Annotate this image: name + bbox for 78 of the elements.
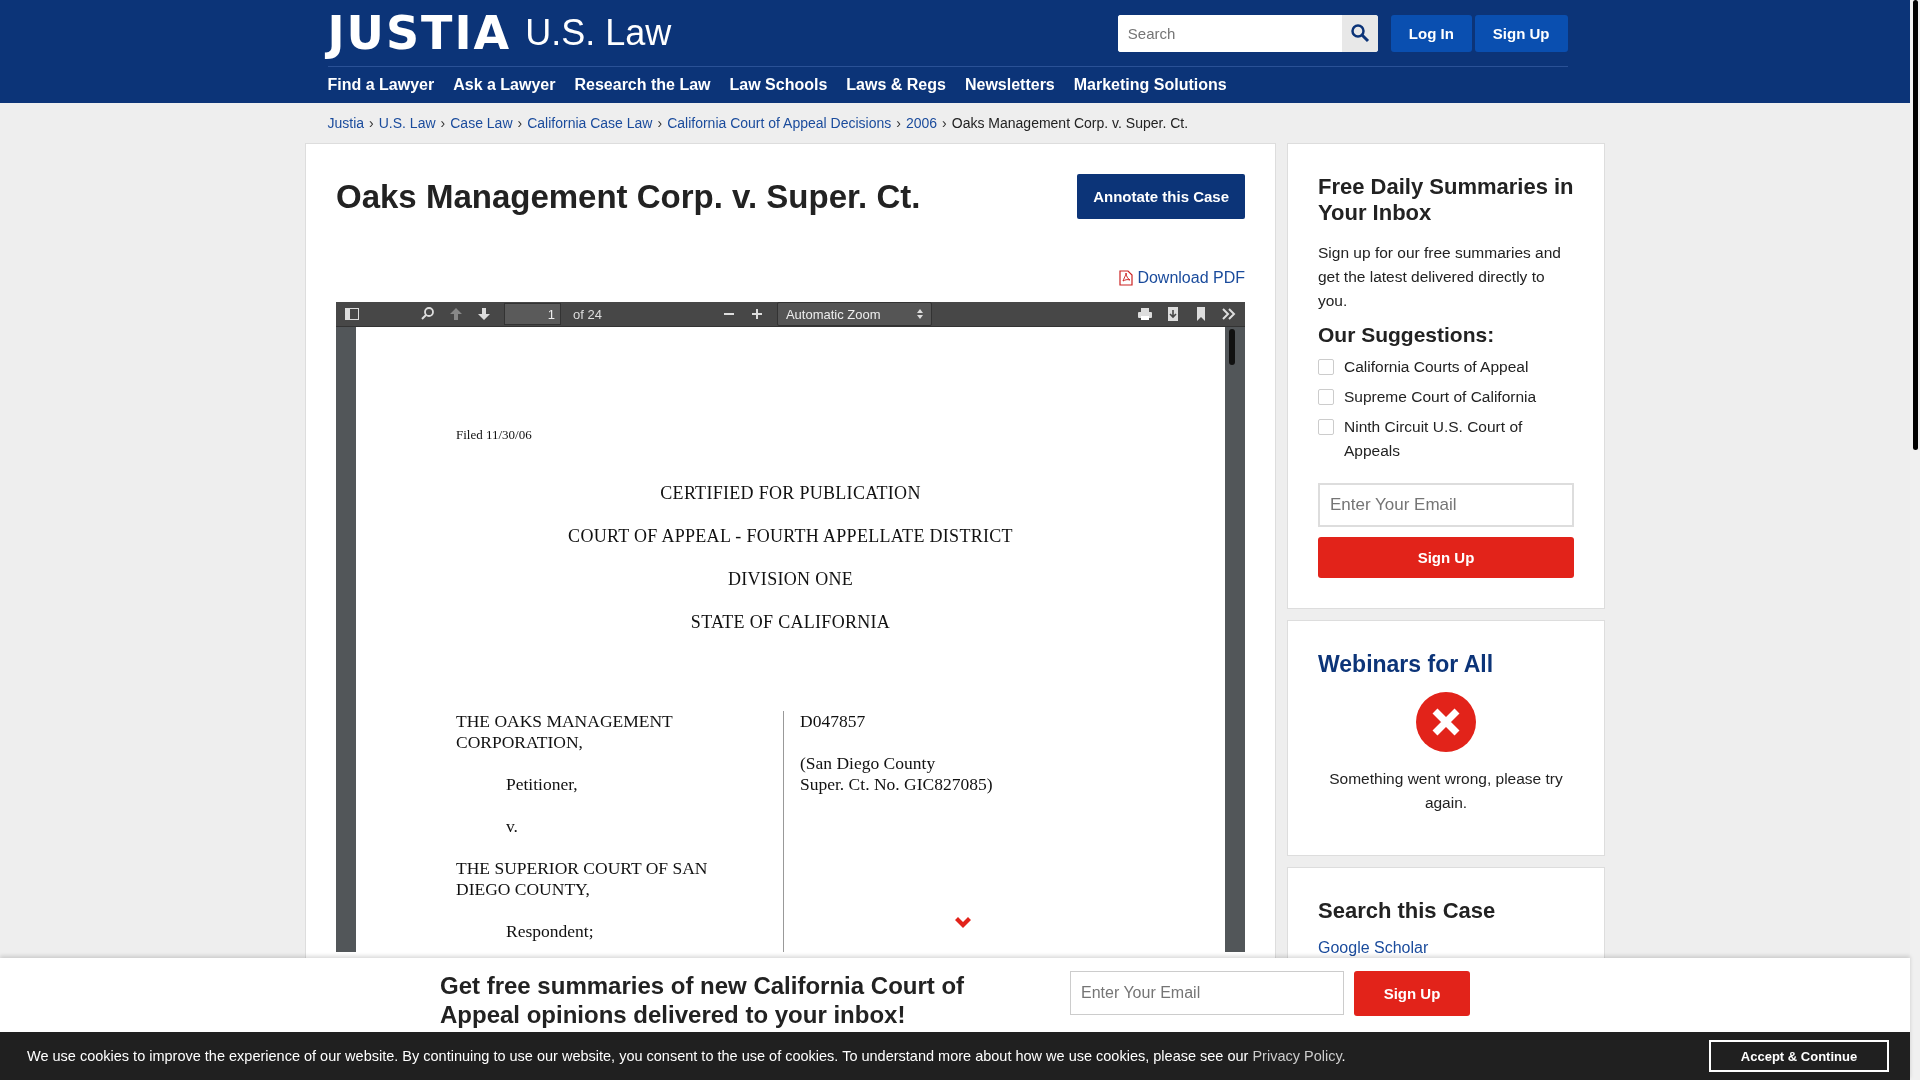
breadcrumb-link[interactable]: California Court of Appeal Decisions bbox=[667, 115, 892, 131]
sidebar-toggle-icon[interactable] bbox=[344, 306, 360, 322]
cookie-notice: We use cookies to improve the experience of our website. By continuing to use our website, you consent to the use of cookies. To understand more about how we use cookies, please see our Privacy Policy. bbox=[27, 1048, 1346, 1064]
logo[interactable]: JUSTIA bbox=[327, 6, 512, 60]
breadcrumb-current: Oaks Management Corp. v. Super. Ct. bbox=[951, 115, 1189, 131]
party-name: THE SUPERIOR COURT OF SAN DIEGO COUNTY, bbox=[456, 858, 709, 900]
arrow-down-icon[interactable] bbox=[476, 306, 492, 322]
suggestions-title: Our Suggestions: bbox=[1318, 323, 1496, 347]
breadcrumb-separator: › bbox=[440, 115, 446, 131]
party-name: THE OAKS MANAGEMENT CORPORATION, bbox=[456, 711, 674, 753]
breadcrumb-separator: › bbox=[896, 115, 901, 131]
breadcrumb-separator: › bbox=[369, 115, 374, 131]
filed-date: Filed 11/30/06 bbox=[456, 427, 533, 443]
checkbox-label[interactable]: Ninth Circuit U.S. Court of Appeals bbox=[1344, 415, 1574, 463]
checkbox-label[interactable]: Supreme Court of California bbox=[1344, 385, 1537, 409]
nav-link[interactable]: Marketing Solutions bbox=[1073, 76, 1227, 94]
annotate-button[interactable]: Annotate this Case bbox=[1077, 174, 1245, 219]
breadcrumb-link[interactable]: 2006 bbox=[905, 115, 938, 131]
arrow-up-icon[interactable] bbox=[448, 306, 464, 322]
sign-up-button[interactable]: Sign Up bbox=[1354, 971, 1470, 1016]
search-case-title: Search this Case bbox=[1318, 898, 1497, 924]
party-role: Petitioner, bbox=[505, 774, 579, 795]
page-number-field[interactable]: 1 bbox=[504, 303, 561, 325]
search-icon[interactable] bbox=[420, 306, 436, 322]
breadcrumb-separator: › bbox=[657, 115, 663, 131]
party-role: Respondent; bbox=[505, 921, 595, 942]
email-field[interactable]: Enter Your Email bbox=[1070, 971, 1344, 1015]
nav-link[interactable]: Find a Lawyer bbox=[327, 76, 435, 94]
party-role: v. bbox=[505, 816, 519, 837]
breadcrumb-link[interactable]: Case Law bbox=[450, 115, 513, 131]
newsletter-heading: Get free summaries of new California Court of Appeal opinions delivered to your inbox! bbox=[440, 971, 966, 1029]
email-field[interactable]: Enter Your Email bbox=[1318, 483, 1574, 527]
download-icon[interactable] bbox=[1165, 306, 1181, 322]
checkbox-label[interactable]: California Courts of Appeal bbox=[1344, 355, 1529, 379]
download-pdf-link[interactable]: Download PDF bbox=[1137, 269, 1245, 287]
print-icon[interactable] bbox=[1137, 306, 1153, 322]
court-reference: (San Diego County Super. Ct. No. GIC827085) bbox=[800, 753, 993, 795]
breadcrumb-link[interactable]: U.S. Law bbox=[378, 115, 436, 131]
updown-icon bbox=[916, 309, 923, 319]
nav-link[interactable]: Newsletters bbox=[964, 76, 1055, 94]
logo-subtitle: U.S. Law bbox=[525, 12, 672, 54]
nav-link[interactable]: Research the Law bbox=[574, 76, 711, 94]
chevron-down-icon[interactable] bbox=[954, 917, 972, 929]
webinars-title: Webinars for All bbox=[1318, 651, 1495, 677]
summaries-title: Free Daily Summaries in Your Inbox bbox=[1318, 174, 1574, 226]
log-in-button[interactable]: Log In bbox=[1390, 14, 1472, 52]
google-scholar-link[interactable]: Google Scholar bbox=[1318, 939, 1429, 956]
document-heading: COURT OF APPEAL - FOURTH APPELLATE DISTRICT bbox=[567, 526, 1014, 547]
document-heading: CERTIFIED FOR PUBLICATION bbox=[659, 483, 922, 504]
breadcrumb-link[interactable]: California Case Law bbox=[527, 115, 653, 131]
checkbox[interactable] bbox=[1318, 389, 1334, 405]
search-icon bbox=[1349, 23, 1370, 43]
document-heading: DIVISION ONE bbox=[726, 569, 855, 590]
breadcrumb-link[interactable]: Justia bbox=[327, 115, 365, 131]
pdf-icon bbox=[1119, 270, 1134, 286]
nav-link[interactable]: Ask a Lawyer bbox=[453, 76, 556, 94]
case-number: D047857 bbox=[800, 711, 867, 732]
accept-button[interactable]: Accept & Continue bbox=[1709, 1040, 1889, 1072]
summaries-text: Sign up for our free summaries and get the latest delivered directly to you. bbox=[1318, 243, 1562, 311]
sign-up-button[interactable]: Sign Up bbox=[1474, 14, 1568, 52]
nav-link[interactable]: Laws & Regs bbox=[846, 76, 946, 94]
scrollbar-thumb[interactable] bbox=[1229, 329, 1235, 365]
case-title: Oaks Management Corp. v. Super. Ct. bbox=[336, 178, 921, 216]
breadcrumb-separator: › bbox=[942, 115, 947, 131]
search-button[interactable] bbox=[1341, 14, 1378, 52]
error-message: Something went wrong, please try again. bbox=[1328, 769, 1564, 813]
scrollbar-thumb[interactable] bbox=[1912, 0, 1918, 450]
error-icon bbox=[1415, 691, 1477, 753]
page-count: of 24 bbox=[573, 306, 602, 322]
double-chevron-icon[interactable] bbox=[1221, 306, 1237, 322]
checkbox[interactable] bbox=[1318, 359, 1334, 375]
sign-up-button[interactable]: Sign Up bbox=[1318, 537, 1574, 578]
nav-link[interactable]: Law Schools bbox=[729, 76, 828, 94]
zoom-dropdown[interactable]: Automatic Zoom bbox=[776, 302, 932, 326]
checkbox[interactable] bbox=[1318, 419, 1334, 435]
document-heading: STATE OF CALIFORNIA bbox=[689, 612, 892, 633]
privacy-policy-link[interactable]: Privacy Policy bbox=[1252, 1048, 1342, 1064]
breadcrumb-separator: › bbox=[517, 115, 523, 131]
